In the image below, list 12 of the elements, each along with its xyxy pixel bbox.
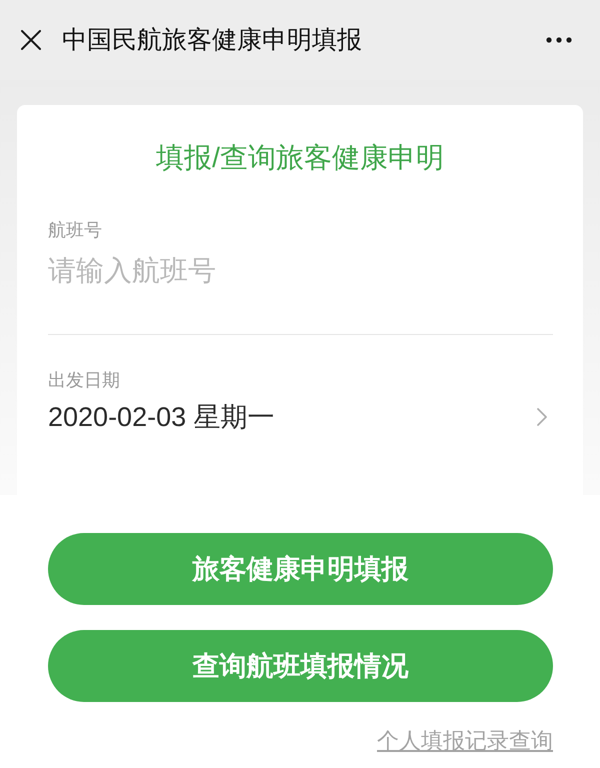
records-link[interactable]: 个人填报记录查询	[377, 727, 553, 755]
date-picker[interactable]: 2020-02-03 星期一	[48, 401, 552, 433]
input-field[interactable]: 请输入航班号	[48, 255, 552, 287]
primary-button[interactable]: 旅客健康申明填报	[48, 533, 553, 605]
field-label: 航班号	[48, 219, 103, 242]
window-title: 中国民航旅客健康申明填报	[62, 25, 362, 56]
chevron-right-icon	[537, 408, 547, 426]
primary-button[interactable]: 查询航班填报情况	[48, 630, 553, 702]
form-title: 填报/查询旅客健康申明	[155, 141, 445, 175]
close-icon[interactable]	[21, 30, 41, 50]
field-label: 出发日期	[48, 369, 121, 392]
more-icon[interactable]	[546, 37, 572, 43]
